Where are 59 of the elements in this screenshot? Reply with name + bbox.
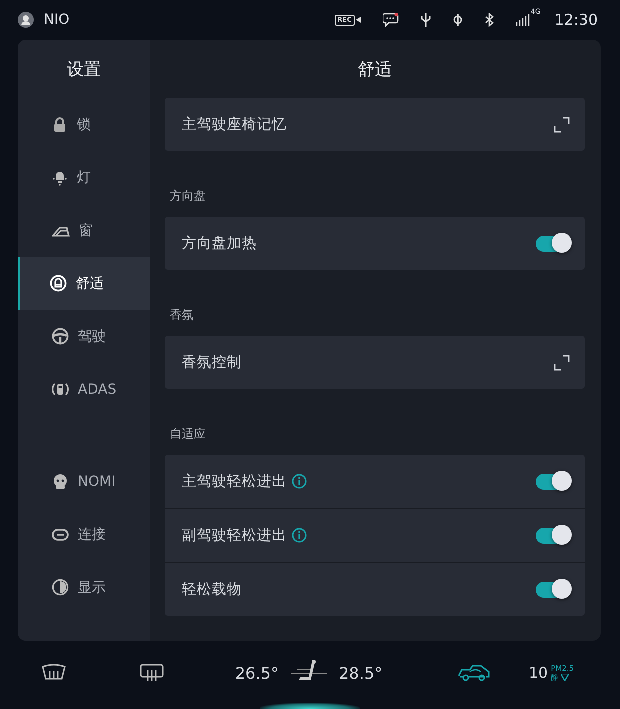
setting-label: 主驾驶轻松进出 bbox=[182, 472, 287, 491]
page-title: 舒适 bbox=[357, 58, 393, 82]
sidebar-item[interactable]: 显示 bbox=[18, 561, 150, 614]
sidebar-item[interactable]: 锁 bbox=[18, 98, 150, 151]
toggle-switch[interactable] bbox=[536, 236, 570, 252]
setting-row[interactable]: 主驾驶座椅记忆 bbox=[165, 98, 585, 151]
pm-value: 10 bbox=[529, 664, 548, 682]
expand-icon[interactable] bbox=[554, 354, 570, 370]
expand-icon[interactable] bbox=[554, 116, 570, 132]
fan-speed-icon[interactable] bbox=[561, 674, 570, 681]
setting-label: 轻松载物 bbox=[182, 581, 242, 599]
drawer-handle[interactable] bbox=[260, 703, 360, 709]
sidebar-item[interactable]: 连接 bbox=[18, 508, 150, 561]
chat-bubble-icon bbox=[382, 13, 399, 27]
car-sensor-icon bbox=[52, 381, 69, 398]
setting-label: 副驾驶轻松进出 bbox=[182, 527, 287, 545]
setting-row[interactable]: 副驾驶轻松进出 bbox=[165, 508, 585, 562]
settings-title: 设置 bbox=[66, 58, 102, 82]
section-label: 香氛 bbox=[170, 307, 194, 324]
sidebar-item[interactable]: 灯 bbox=[18, 151, 150, 204]
setting-row[interactable]: 轻松载物 bbox=[165, 562, 585, 616]
toggle-switch[interactable] bbox=[536, 582, 570, 598]
toggle-switch[interactable] bbox=[536, 474, 570, 490]
usb-icon bbox=[420, 13, 431, 27]
sidebar-item[interactable]: 舒适 bbox=[18, 257, 150, 310]
temperature-reading[interactable]: 26.5° bbox=[235, 664, 279, 682]
temperature-reading[interactable]: 28.5° bbox=[339, 664, 383, 682]
section-label: 自适应 bbox=[170, 426, 206, 443]
setting-row[interactable]: 主驾驶轻松进出 bbox=[165, 455, 585, 508]
bluetooth-icon bbox=[484, 13, 494, 27]
steering-wheel-icon bbox=[52, 328, 69, 345]
link-icon bbox=[52, 528, 69, 540]
sidebar-item[interactable]: 窗 bbox=[18, 204, 150, 257]
section-label: 方向盘 bbox=[170, 188, 206, 205]
info-icon[interactable] bbox=[292, 528, 307, 543]
car-recirculation-icon[interactable] bbox=[457, 664, 491, 682]
sidebar-item[interactable]: NOMI bbox=[18, 455, 150, 508]
rear-defrost-icon[interactable] bbox=[140, 664, 164, 682]
sidebar-item[interactable]: ADAS bbox=[18, 363, 150, 416]
signal-icon bbox=[516, 14, 530, 26]
seat-circle-icon bbox=[50, 275, 67, 292]
window-icon bbox=[52, 224, 70, 236]
wireless-charge-icon bbox=[452, 13, 463, 27]
avatar-icon[interactable] bbox=[18, 12, 34, 28]
sidebar-item[interactable]: 驾驶 bbox=[18, 310, 150, 363]
contrast-icon bbox=[52, 579, 69, 596]
clock-time: 12:30 bbox=[554, 11, 598, 29]
lock-icon bbox=[52, 116, 68, 132]
front-defrost-icon[interactable] bbox=[41, 664, 67, 682]
setting-label: 主驾驶座椅记忆 bbox=[182, 116, 287, 134]
bulb-icon bbox=[52, 170, 68, 186]
setting-row[interactable]: 香氛控制 bbox=[165, 336, 585, 389]
robot-head-icon bbox=[52, 474, 69, 490]
setting-row[interactable]: 方向盘加热 bbox=[165, 217, 585, 270]
toggle-switch[interactable] bbox=[536, 528, 570, 544]
setting-label: 方向盘加热 bbox=[182, 234, 257, 253]
setting-label: 香氛控制 bbox=[182, 354, 242, 372]
user-name: NIO bbox=[44, 12, 70, 28]
info-icon[interactable] bbox=[292, 474, 307, 489]
